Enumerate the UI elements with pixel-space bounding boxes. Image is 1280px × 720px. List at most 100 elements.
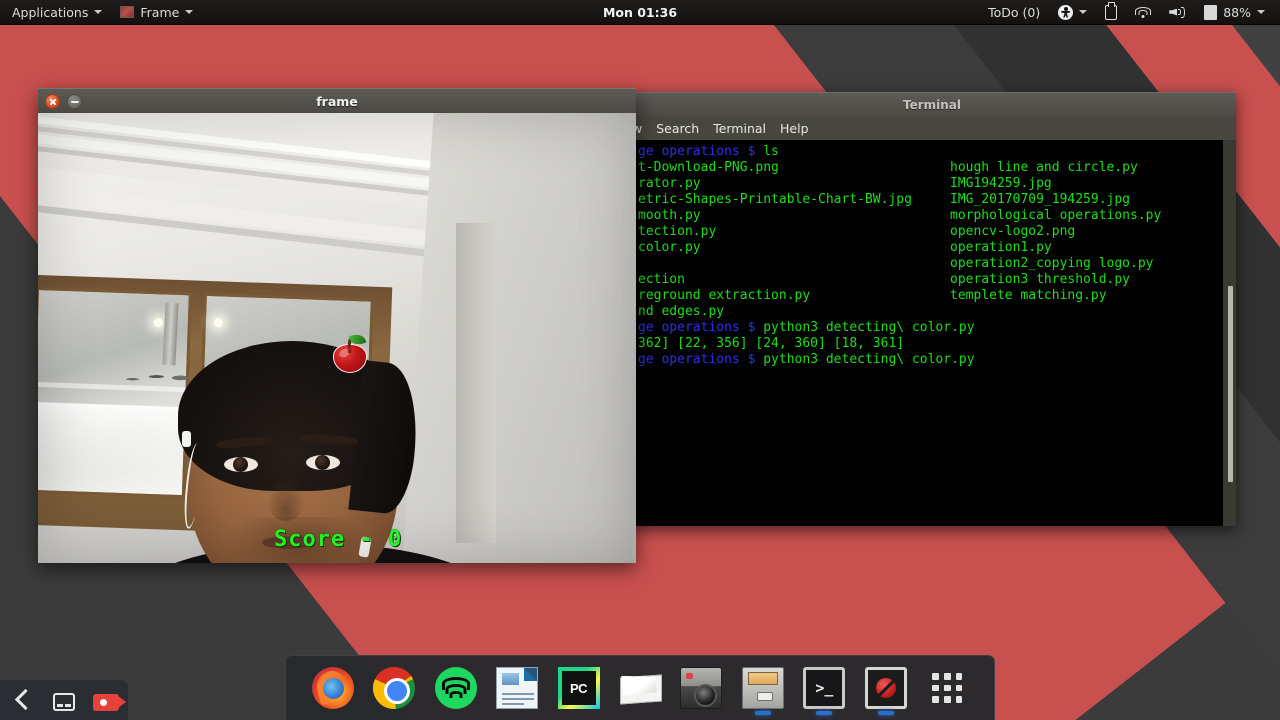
frame-titlebar[interactable]: frame	[38, 88, 636, 113]
chevron-down-icon	[185, 10, 194, 14]
terminal-file-column-2	[950, 304, 1236, 320]
dock-item-spotify[interactable]	[425, 656, 486, 720]
chevron-down-icon	[1079, 10, 1088, 14]
applications-menu[interactable]: Applications	[0, 0, 111, 25]
terminal-title: Terminal	[902, 98, 962, 112]
files-icon	[741, 667, 784, 709]
terminal-prompt: ge operations $	[638, 320, 764, 335]
todo-label: ToDo (0)	[988, 4, 1041, 20]
window-thumbnail-icon	[120, 6, 135, 18]
terminal-file-column-2: operation2_copying logo.py	[950, 256, 1154, 271]
window-menu-label: Frame	[140, 4, 180, 20]
person-eye-right	[306, 455, 340, 470]
person-nose	[266, 475, 306, 521]
corner-launcher-bar	[0, 680, 128, 720]
terminal-line: etric-Shapes-Printable-Chart-BW.jpg IMG_2…	[628, 192, 1236, 208]
terminal-line: operation2_copying logo.py	[628, 256, 1236, 272]
terminal-line: mooth.py morphological operations.py	[628, 208, 1236, 224]
dock-item-show-applications[interactable]	[917, 656, 978, 720]
running-indicator	[754, 710, 771, 715]
dock: PC >_	[285, 655, 995, 720]
network-indicator[interactable]	[1126, 0, 1160, 25]
terminal-file-column-2: operation3 threshold.py	[950, 272, 1131, 287]
terminal-titlebar[interactable]: Terminal	[628, 92, 1236, 117]
mail-icon	[619, 667, 661, 709]
scene-lamp	[213, 318, 224, 328]
terminal-scrollbar-thumb[interactable]	[1228, 286, 1233, 482]
clipboard-indicator[interactable]	[1096, 0, 1126, 25]
terminal-line: tection.py opencv-logo2.png	[628, 224, 1236, 240]
terminal-file-column-1: t-Download-PNG.png	[638, 160, 779, 175]
menu-item-terminal[interactable]: Terminal	[713, 121, 766, 136]
webcam-record-icon[interactable]	[93, 693, 126, 711]
scene-lamp	[153, 318, 164, 328]
volume-indicator[interactable]	[1160, 0, 1195, 25]
spotify-icon	[434, 667, 477, 709]
menu-item-search[interactable]: Search	[656, 121, 699, 136]
scene-door-frame	[456, 223, 496, 543]
dock-item-terminal[interactable]: >_	[794, 656, 855, 720]
todo-indicator[interactable]: ToDo (0)	[976, 0, 1049, 25]
terminal-file-column-2: opencv-logo2.png	[950, 224, 1076, 239]
terminal-file-column-2: IMG_20170709_194259.jpg	[950, 192, 1131, 207]
terminal-output[interactable]: ge operations $ ls t-Download-PNG.png houg…	[628, 140, 1236, 526]
terminal-window[interactable]: Terminal w Search Terminal Help ge opera…	[628, 92, 1236, 526]
terminal-line: reground extraction.py templete matching.…	[628, 288, 1236, 304]
dock-item-camera[interactable]	[671, 656, 732, 720]
terminal-line: 362] [22, 356] [24, 360] [18, 361]	[638, 336, 905, 351]
battery-indicator[interactable]: 88%	[1195, 0, 1274, 25]
dock-item-chrome[interactable]	[363, 656, 424, 720]
camera-icon	[680, 667, 723, 709]
terminal-line: nd edges.py	[628, 304, 1236, 320]
terminal-file-column-1: rator.py	[638, 176, 701, 191]
scene-right-wall	[402, 113, 636, 563]
wifi-icon	[1135, 6, 1152, 19]
terminal-line: ge operations $ python3 detecting\ color…	[628, 352, 1236, 368]
terminal-prompt: ge operations $	[638, 144, 764, 159]
earphone-bud-left	[182, 431, 191, 447]
menu-item-help[interactable]: Help	[780, 121, 809, 136]
clipboard-icon	[1105, 2, 1118, 20]
terminal-file-column-1: etric-Shapes-Printable-Chart-BW.jpg	[638, 192, 912, 207]
terminal-line: ge operations $ python3 detecting\ color…	[628, 320, 1236, 336]
dock-item-files[interactable]	[732, 656, 793, 720]
terminal-line: rator.py IMG194259.jpg	[628, 176, 1236, 192]
apple-sprite	[331, 331, 369, 374]
back-arrow-icon[interactable]	[9, 688, 35, 712]
accessibility-indicator[interactable]	[1049, 0, 1096, 25]
terminal-file-column-2: IMG194259.jpg	[950, 176, 1052, 191]
window-menu[interactable]: Frame	[111, 0, 202, 25]
terminal-scrollbar[interactable]	[1223, 140, 1236, 526]
webcam-video-canvas[interactable]: Score - 0	[38, 113, 636, 563]
pycharm-icon: PC	[557, 667, 600, 709]
volume-icon	[1169, 5, 1186, 19]
terminal-line: color.py operation1.py	[628, 240, 1236, 256]
terminal-command: ls	[763, 144, 779, 159]
terminal-file-column-1: mooth.py	[638, 208, 701, 223]
dock-item-writer[interactable]	[486, 656, 547, 720]
terminal-file-column-2: operation1.py	[950, 240, 1052, 255]
terminal-menubar: w Search Terminal Help	[628, 117, 1236, 140]
top-panel: Applications Frame Mon 01:36 ToDo (0) 88…	[0, 0, 1280, 25]
terminal-line: ge operations $ ls	[628, 144, 1236, 160]
terminal-file-column-2: morphological operations.py	[950, 208, 1162, 223]
workspace-switcher-icon[interactable]	[53, 692, 75, 711]
terminal-line: t-Download-PNG.png hough line and circle.…	[628, 160, 1236, 176]
dock-item-firefox[interactable]	[302, 656, 363, 720]
app-grid-icon	[926, 667, 968, 709]
person-eye-left	[224, 457, 258, 472]
scene-glow	[38, 401, 185, 478]
dock-item-frame-app[interactable]	[855, 656, 916, 720]
dock-item-mail[interactable]	[609, 656, 670, 720]
firefox-icon	[311, 667, 354, 709]
running-indicator	[877, 710, 894, 715]
running-indicator	[816, 710, 833, 715]
opencv-app-icon	[864, 667, 907, 709]
chrome-icon	[373, 667, 416, 709]
battery-icon	[1204, 4, 1218, 20]
dock-item-pycharm[interactable]: PC	[548, 656, 609, 720]
score-overlay: Score - 0	[274, 527, 403, 552]
terminal-command: python3 detecting\ color.py	[763, 320, 975, 335]
frame-window[interactable]: frame Score - 0	[38, 88, 636, 563]
terminal-icon: >_	[803, 667, 846, 709]
